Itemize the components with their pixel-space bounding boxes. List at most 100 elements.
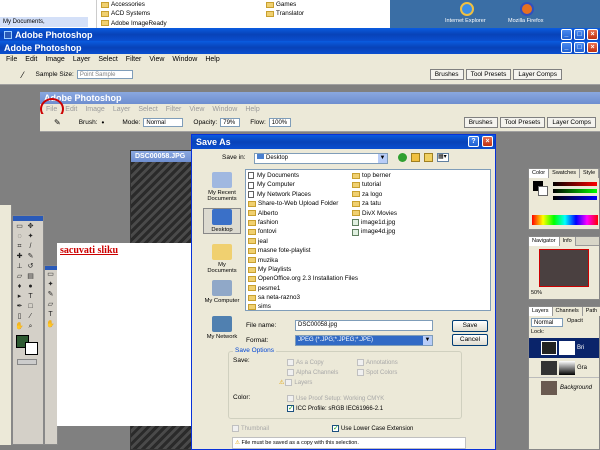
firefox-icon[interactable]: [520, 2, 534, 16]
list-item[interactable]: fontovi: [248, 227, 358, 236]
list-item[interactable]: My Network Places: [248, 190, 358, 199]
gradient-tool-icon[interactable]: ▤: [26, 273, 35, 281]
list-item[interactable]: pesme1: [248, 284, 358, 293]
lasso-tool-icon[interactable]: ◌: [15, 233, 24, 241]
menu-item-imageready[interactable]: Adobe ImageReady: [101, 19, 167, 28]
healing-tool-icon[interactable]: ✚: [15, 253, 24, 261]
save-button[interactable]: Save: [452, 320, 488, 332]
tool-f-icon[interactable]: ✋: [46, 321, 55, 329]
minimize-button-2[interactable]: _: [561, 42, 572, 53]
internet-explorer-icon[interactable]: [460, 2, 474, 16]
new-folder-icon[interactable]: [424, 153, 433, 162]
list-item[interactable]: DivX Movies: [352, 209, 397, 218]
menu-file[interactable]: File: [6, 56, 17, 63]
stamp-tool-icon[interactable]: ⊥: [15, 263, 24, 271]
place-desktop[interactable]: Desktop: [203, 208, 241, 234]
tab-channels[interactable]: Channels: [552, 306, 583, 316]
inner-menu-layer[interactable]: Layer: [113, 106, 131, 113]
eyedropper-tool-icon[interactable]: ⁄: [26, 313, 35, 321]
menu-item-acd[interactable]: ACD Systems: [101, 9, 167, 18]
minimize-button[interactable]: _: [561, 29, 572, 40]
menu-item-translator[interactable]: Translator: [266, 9, 304, 18]
list-item[interactable]: Share-to-Web Upload Folder: [248, 199, 358, 208]
color-ramp[interactable]: [532, 215, 598, 225]
inner-tab-tool-presets[interactable]: Tool Presets: [499, 117, 546, 128]
filename-input[interactable]: DSC00058.jpg: [295, 320, 433, 331]
maximize-button[interactable]: □: [574, 29, 585, 40]
menu-edit[interactable]: Edit: [25, 56, 37, 63]
file-list[interactable]: My Documents My Computer My Network Plac…: [245, 169, 491, 311]
cancel-button[interactable]: Cancel: [452, 334, 488, 346]
shape-tool-icon[interactable]: □: [26, 303, 35, 311]
format-select[interactable]: JPEG (*.JPG;*.JPEG;*.JPE) ▼: [295, 335, 433, 346]
tool-c-icon[interactable]: ✎: [46, 291, 55, 299]
menu-item-accessories[interactable]: Accessories: [101, 0, 167, 9]
views-menu-icon[interactable]: ▦▾: [437, 153, 449, 162]
list-item[interactable]: sims: [248, 302, 358, 311]
list-item[interactable]: za tatu: [352, 199, 397, 208]
brush-tool-icon-2[interactable]: ✎: [26, 253, 35, 261]
list-item[interactable]: image1d.jpg: [352, 218, 397, 227]
magic-wand-icon[interactable]: ✦: [26, 233, 35, 241]
brush-preset-picker[interactable]: •: [102, 118, 105, 127]
inner-menu-edit[interactable]: Edit: [65, 106, 77, 113]
icc-profile-option[interactable]: ICC Profile: sRGB IEC61966-2.1: [287, 404, 383, 412]
tab-styles[interactable]: Style: [580, 168, 600, 178]
menu-window[interactable]: Window: [172, 56, 197, 63]
tab-swatches[interactable]: Swatches: [549, 168, 581, 178]
tab-layer-comps[interactable]: Layer Comps: [513, 69, 562, 80]
notes-tool-icon[interactable]: ▯: [15, 313, 24, 321]
maximize-button-2[interactable]: □: [574, 42, 585, 53]
inner-tab-brushes[interactable]: Brushes: [463, 117, 498, 128]
color-slider-b[interactable]: [553, 196, 597, 200]
layer-row[interactable]: Gra: [529, 358, 599, 378]
spot-colors-option[interactable]: Spot Colors: [357, 369, 397, 376]
inner-menu-view[interactable]: View: [189, 106, 204, 113]
list-item[interactable]: sa neta-razno3: [248, 293, 358, 302]
list-item[interactable]: top berner: [352, 171, 397, 180]
type-tool-icon[interactable]: T: [26, 293, 35, 301]
menu-help[interactable]: Help: [205, 56, 219, 63]
color-bg-swatch[interactable]: [538, 186, 548, 196]
color-slider-r[interactable]: [553, 182, 597, 186]
quick-mask-icon[interactable]: [17, 359, 37, 365]
dialog-help-button[interactable]: ?: [468, 136, 479, 147]
eyedropper-icon[interactable]: ⁄: [22, 70, 24, 80]
as-a-copy-option[interactable]: As a Copy: [287, 359, 324, 366]
blend-mode-select[interactable]: Normal: [531, 318, 563, 327]
tab-paths[interactable]: Path: [582, 306, 600, 316]
tab-layers[interactable]: Layers: [529, 306, 553, 316]
inner-menu-select[interactable]: Select: [138, 106, 157, 113]
tab-info[interactable]: Info: [559, 236, 576, 246]
layers-option[interactable]: ⚠ Layers: [279, 379, 312, 386]
list-item[interactable]: My Computer: [248, 180, 358, 189]
move-tool-icon[interactable]: ✥: [26, 223, 35, 231]
tab-color[interactable]: Color: [529, 168, 550, 178]
list-item[interactable]: muzika: [248, 256, 358, 265]
color-slider-g[interactable]: [553, 189, 597, 193]
tool-b-icon[interactable]: ✦: [46, 281, 55, 289]
list-item[interactable]: image4d.jpg: [352, 227, 397, 236]
tool-d-icon[interactable]: ▱: [46, 301, 55, 309]
menu-item-games[interactable]: Games: [266, 0, 304, 9]
tab-brushes[interactable]: Brushes: [429, 69, 464, 80]
list-item[interactable]: tutorial: [352, 180, 397, 189]
blur-tool-icon[interactable]: ♦: [15, 283, 24, 291]
dialog-close-button[interactable]: ×: [482, 136, 493, 147]
save-in-select[interactable]: Desktop ▼: [254, 153, 388, 164]
path-select-icon[interactable]: ▸: [15, 293, 24, 301]
list-item[interactable]: OpenOffice.org 2.3 Installation Files: [248, 274, 358, 283]
back-icon[interactable]: [398, 153, 407, 162]
menu-view[interactable]: View: [149, 56, 164, 63]
list-item[interactable]: jeal: [248, 237, 358, 246]
thumbnail-option[interactable]: Thumbnail: [232, 425, 269, 432]
background-color-swatch[interactable]: [25, 342, 38, 355]
list-item[interactable]: My Playlists: [248, 265, 358, 274]
tab-navigator[interactable]: Navigator: [529, 236, 560, 246]
place-my-computer[interactable]: My Computer: [203, 280, 241, 304]
place-my-documents[interactable]: My Documents: [203, 244, 241, 274]
zoom-tool-icon[interactable]: ⌕: [26, 323, 35, 331]
marquee-tool-icon[interactable]: ▭: [15, 223, 24, 231]
tab-tool-presets[interactable]: Tool Presets: [465, 69, 512, 80]
close-button-2[interactable]: ×: [587, 42, 598, 53]
